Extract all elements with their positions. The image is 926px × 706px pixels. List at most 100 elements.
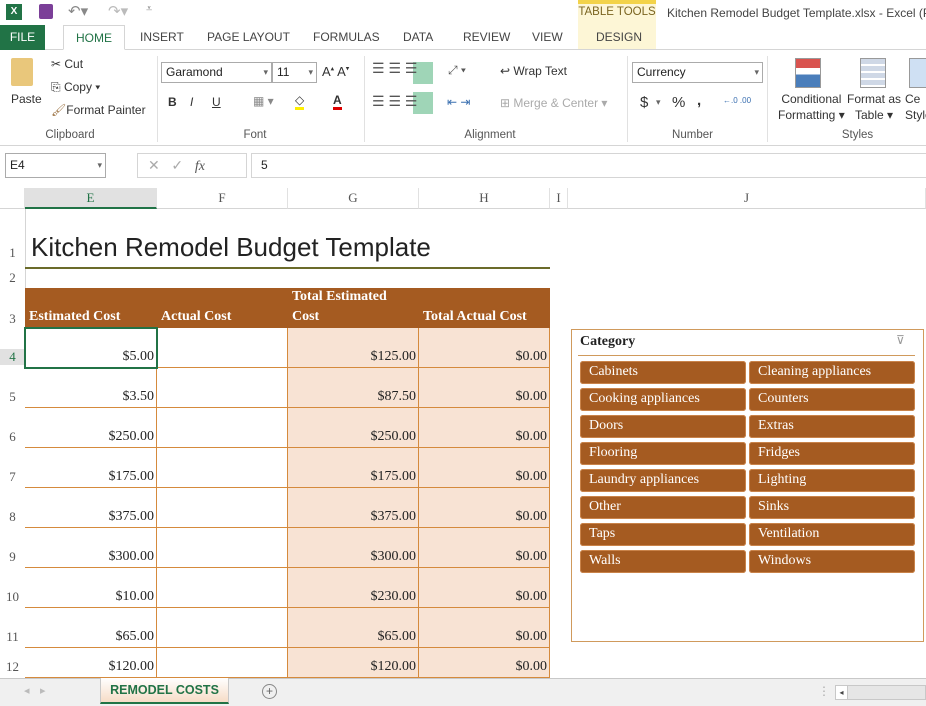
horizontal-scrollbar[interactable]: ◂ bbox=[835, 685, 926, 700]
header-actual-cost[interactable]: Actual Cost bbox=[157, 288, 288, 328]
paste-icon[interactable] bbox=[11, 58, 33, 86]
cell-h10[interactable]: $0.00 bbox=[419, 568, 550, 608]
tab-insert[interactable]: INSERT bbox=[140, 25, 184, 50]
prev-sheet-icon[interactable]: ◂ bbox=[24, 684, 30, 697]
cell-h5[interactable]: $0.00 bbox=[419, 368, 550, 408]
tab-formulas[interactable]: FORMULAS bbox=[313, 25, 380, 50]
slicer-item[interactable]: Fridges bbox=[749, 442, 915, 465]
header-estimated-cost[interactable]: Estimated Cost bbox=[25, 288, 157, 328]
font-color-icon[interactable]: A bbox=[333, 93, 342, 110]
tab-page-layout[interactable]: PAGE LAYOUT bbox=[207, 25, 290, 50]
save-icon[interactable] bbox=[39, 4, 53, 19]
redo-icon[interactable]: ↷▾ bbox=[108, 2, 128, 20]
row-header-6[interactable]: 6 bbox=[0, 429, 25, 445]
cell-g8[interactable]: $375.00 bbox=[288, 488, 419, 528]
cell-g11[interactable]: $65.00 bbox=[288, 608, 419, 648]
underline-button[interactable]: U bbox=[212, 95, 221, 109]
customize-qat-icon[interactable]: ⩡ bbox=[146, 3, 152, 16]
tab-view[interactable]: VIEW bbox=[532, 25, 563, 50]
cell-g7[interactable]: $175.00 bbox=[288, 448, 419, 488]
cancel-icon[interactable]: ✕ bbox=[148, 157, 160, 173]
number-format-select[interactable]: Currency bbox=[632, 62, 763, 83]
clear-filter-icon[interactable]: ⊽ bbox=[896, 333, 905, 347]
format-as-table-button[interactable]: Format as Table ▾ bbox=[847, 91, 901, 123]
slicer-item[interactable]: Cabinets bbox=[580, 361, 746, 384]
column-header-j[interactable]: J bbox=[568, 188, 926, 209]
percent-button[interactable]: % bbox=[672, 94, 685, 111]
cell-h4[interactable]: $0.00 bbox=[419, 328, 550, 368]
slicer-item[interactable]: Windows bbox=[749, 550, 915, 573]
cell-e6[interactable]: $250.00 bbox=[25, 408, 157, 448]
cell-g12[interactable]: $120.00 bbox=[288, 648, 419, 678]
row-header-9[interactable]: 9 bbox=[0, 549, 25, 565]
vertical-align-icons[interactable]: ☰ ☰ ☰ bbox=[372, 60, 417, 77]
slicer-item[interactable]: Doors bbox=[580, 415, 746, 438]
cell-f10[interactable] bbox=[157, 568, 288, 608]
grow-font-icon[interactable]: A▴ A▾ bbox=[322, 64, 349, 79]
formula-input[interactable]: 5 bbox=[251, 153, 926, 178]
row-header-11[interactable]: 11 bbox=[0, 629, 25, 645]
row-header-7[interactable]: 7 bbox=[0, 469, 25, 485]
cell-h11[interactable]: $0.00 bbox=[419, 608, 550, 648]
row-header-4[interactable]: 4 bbox=[0, 349, 25, 365]
enter-icon[interactable]: ✓ bbox=[171, 157, 183, 173]
cell-g4[interactable]: $125.00 bbox=[288, 328, 419, 368]
decimal-icons[interactable]: ←.0 .00 bbox=[723, 96, 751, 105]
tab-design[interactable]: DESIGN bbox=[596, 25, 642, 50]
sheet-title[interactable]: Kitchen Remodel Budget Template bbox=[31, 232, 431, 263]
cell-h8[interactable]: $0.00 bbox=[419, 488, 550, 528]
row-header-5[interactable]: 5 bbox=[0, 389, 25, 405]
format-painter-button[interactable]: 🖌Format Painter bbox=[51, 103, 146, 117]
select-all-corner[interactable] bbox=[0, 188, 25, 209]
cell-h9[interactable]: $0.00 bbox=[419, 528, 550, 568]
cell-f8[interactable] bbox=[157, 488, 288, 528]
header-total-estimated-cost[interactable]: Total Estimated Cost bbox=[288, 288, 419, 328]
column-header-e[interactable]: E bbox=[25, 188, 157, 209]
slicer-item[interactable]: Flooring bbox=[580, 442, 746, 465]
cell-g5[interactable]: $87.50 bbox=[288, 368, 419, 408]
font-size-select[interactable]: 11 bbox=[272, 62, 317, 83]
slicer-item[interactable]: Cooking appliances bbox=[580, 388, 746, 411]
slicer-item[interactable]: Extras bbox=[749, 415, 915, 438]
cell-e7[interactable]: $175.00 bbox=[25, 448, 157, 488]
cell-e11[interactable]: $65.00 bbox=[25, 608, 157, 648]
cell-f7[interactable] bbox=[157, 448, 288, 488]
cell-e8[interactable]: $375.00 bbox=[25, 488, 157, 528]
cell-h6[interactable]: $0.00 bbox=[419, 408, 550, 448]
cell-h12[interactable]: $0.00 bbox=[419, 648, 550, 678]
row-header-8[interactable]: 8 bbox=[0, 509, 25, 525]
tab-home[interactable]: HOME bbox=[63, 25, 125, 50]
sheet-tab-remodel-costs[interactable]: REMODEL COSTS bbox=[100, 678, 229, 704]
add-sheet-icon[interactable]: + bbox=[262, 684, 277, 699]
cell-f4[interactable] bbox=[157, 328, 288, 368]
cell-e5[interactable]: $3.50 bbox=[25, 368, 157, 408]
slicer-item[interactable]: Taps bbox=[580, 523, 746, 546]
cell-f11[interactable] bbox=[157, 608, 288, 648]
slicer-item[interactable]: Laundry appliances bbox=[580, 469, 746, 492]
cell-f6[interactable] bbox=[157, 408, 288, 448]
cell-e10[interactable]: $10.00 bbox=[25, 568, 157, 608]
comma-button[interactable]: , bbox=[697, 92, 701, 109]
currency-button[interactable]: $ bbox=[640, 94, 648, 111]
cell-g9[interactable]: $300.00 bbox=[288, 528, 419, 568]
name-box[interactable]: E4 bbox=[5, 153, 106, 178]
row-header-1[interactable]: 1 bbox=[0, 245, 25, 261]
scroll-left-icon[interactable]: ◂ bbox=[836, 686, 848, 699]
tab-data[interactable]: DATA bbox=[403, 25, 433, 50]
slicer-item[interactable]: Cleaning appliances bbox=[749, 361, 915, 384]
slicer-item[interactable]: Lighting bbox=[749, 469, 915, 492]
italic-button[interactable]: I bbox=[190, 95, 193, 109]
insert-function-button[interactable]: fx bbox=[195, 159, 205, 174]
cell-f5[interactable] bbox=[157, 368, 288, 408]
undo-icon[interactable]: ↶▾ bbox=[68, 2, 88, 20]
bold-button[interactable]: B bbox=[168, 95, 177, 109]
paste-button[interactable]: Paste bbox=[11, 92, 42, 106]
column-header-h[interactable]: H bbox=[419, 188, 550, 209]
indent-icons[interactable]: ⇤ ⇥ bbox=[447, 95, 470, 109]
cell-styles-button[interactable]: Ce Style bbox=[905, 91, 926, 123]
tab-file[interactable]: FILE bbox=[0, 25, 45, 50]
conditional-formatting-button[interactable]: Conditional Formatting ▾ bbox=[778, 91, 845, 123]
slicer-item[interactable]: Ventilation bbox=[749, 523, 915, 546]
merge-center-button[interactable]: ⊞ Merge & Center ▾ bbox=[500, 96, 607, 110]
column-header-i[interactable]: I bbox=[550, 188, 568, 209]
